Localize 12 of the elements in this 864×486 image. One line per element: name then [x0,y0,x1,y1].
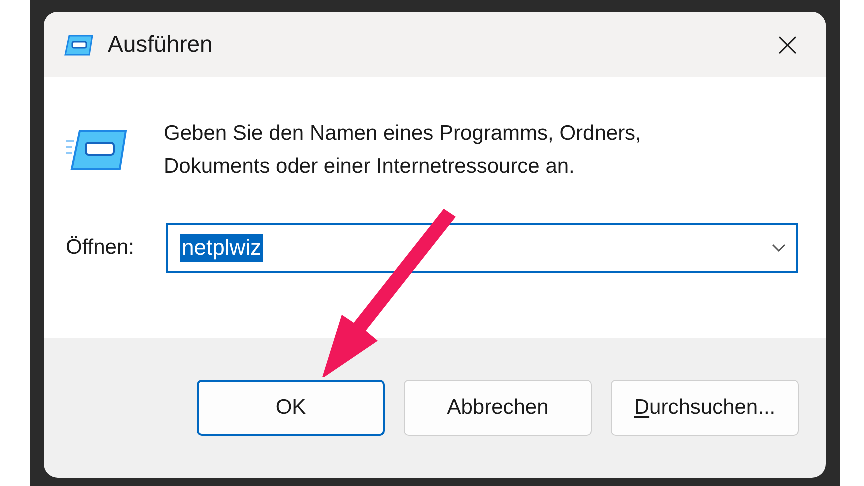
dialog-button[interactable]: Durchsuchen... [611,380,799,436]
field-value: netplwiz [180,234,264,262]
open-input-field[interactable]: netplwiz [166,223,798,273]
run-window-icon [62,34,94,56]
dialog-button[interactable]: OK [197,380,385,436]
run-window-icon [66,127,128,171]
field-label: Öffnen: [66,236,136,260]
close-button[interactable]: × [768,30,808,60]
window-title: Ausführen [108,31,214,58]
prompt-text: Geben Sie den Namen eines Programms, Ordners, Dokuments oder einer Internetressource an. [164,121,642,180]
dialog-button[interactable]: Abbrechen [404,380,592,436]
chevron-down-icon[interactable] [772,244,786,252]
